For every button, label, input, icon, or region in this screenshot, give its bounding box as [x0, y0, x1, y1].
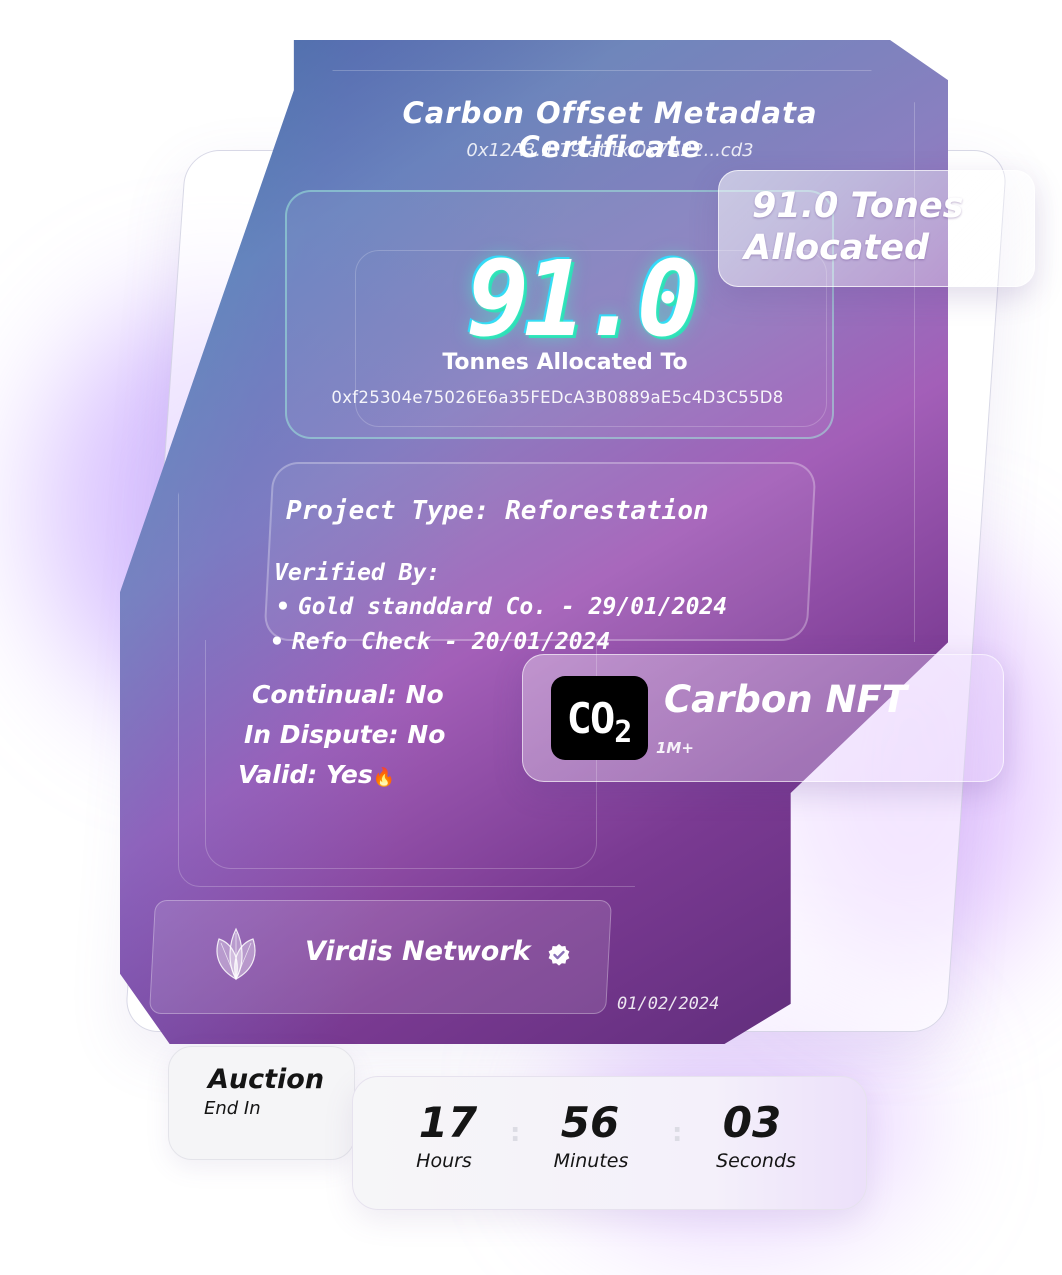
countdown-seconds-label: Seconds — [716, 1150, 796, 1172]
leaf-icon — [216, 927, 256, 981]
nft-count: 1M+ — [656, 739, 694, 757]
auction-subtitle: End In — [204, 1098, 261, 1119]
countdown-hours-label: Hours — [416, 1150, 472, 1172]
allocated-amount: 91.0 — [466, 238, 699, 360]
countdown-minutes-label: Minutes — [553, 1150, 629, 1172]
bullet-icon: • — [270, 629, 284, 655]
tones-badge-amount: 91.0 Tones — [752, 186, 964, 226]
co2-logo-icon: CO 2 — [551, 676, 648, 760]
bullet-icon: • — [276, 594, 290, 620]
nft-title: Carbon NFT — [664, 678, 907, 721]
countdown-seconds-value: 03 — [722, 1098, 782, 1147]
verified-by-label: Verified By: — [274, 560, 441, 586]
co2-logo-main: CO — [566, 693, 616, 743]
co2-logo-subscript: 2 — [614, 714, 633, 750]
network-name: Virdis Network — [305, 936, 531, 967]
project-type: Project Type: Reforestation — [286, 496, 709, 526]
valid-status-row: Valid: Yes🔥 — [238, 760, 395, 789]
countdown-separator: : — [510, 1118, 521, 1148]
verifier-text: Refo Check - 20/01/2024 — [291, 629, 611, 655]
certificate-date: 01/02/2024 — [617, 994, 720, 1014]
allocated-to-label: Tonnes Allocated To — [442, 350, 688, 375]
recipient-address[interactable]: 0xf25304e75026E6a35FEDcA3B0889aE5c4D3C55… — [295, 388, 820, 407]
verifier-item: • Refo Check - 20/01/2024 — [270, 629, 610, 655]
certificate-tx-reference: 0x12A3..B79 at tx 0x7A22...cd3 — [466, 140, 754, 161]
countdown-minutes-value: 56 — [560, 1098, 620, 1147]
countdown-separator: : — [672, 1118, 683, 1148]
verifier-item: • Gold standdard Co. - 29/01/2024 — [276, 594, 727, 620]
valid-status: Valid: Yes — [238, 760, 373, 789]
continual-status: Continual: No — [252, 680, 444, 709]
fire-icon: 🔥 — [372, 767, 396, 788]
tones-badge-label: Allocated — [744, 228, 930, 268]
dispute-status: In Dispute: No — [244, 720, 446, 749]
auction-title: Auction — [208, 1064, 325, 1095]
countdown-hours-value: 17 — [418, 1098, 478, 1147]
verifier-text: Gold standdard Co. - 29/01/2024 — [297, 594, 728, 620]
verified-badge-icon — [548, 944, 570, 966]
